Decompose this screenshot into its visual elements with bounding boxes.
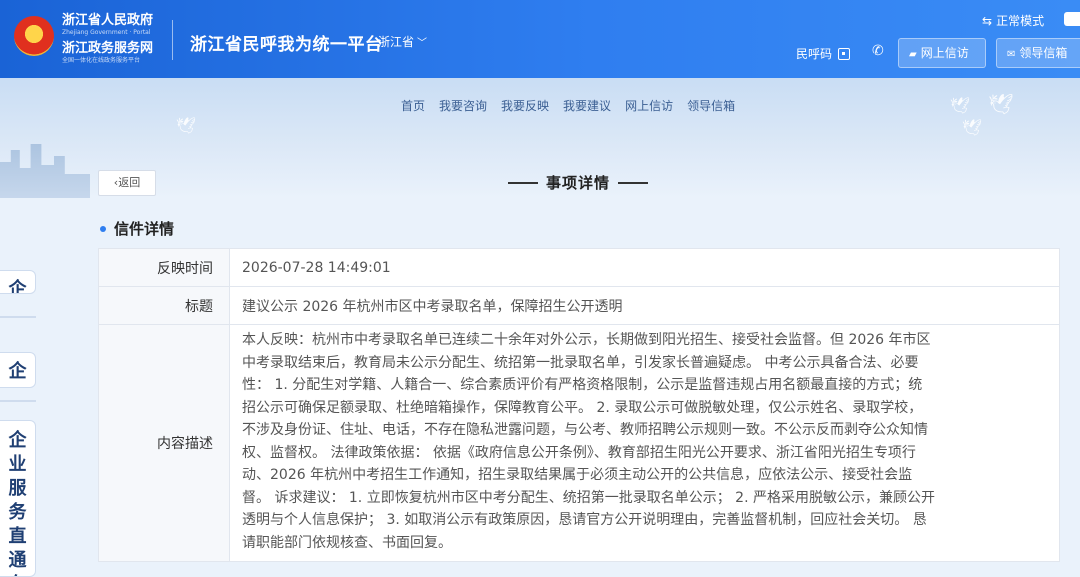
online-letter-label: 网上信访 [920, 46, 969, 60]
content-line: 性： 1. 分配生对学籍、人籍合一、综合素质评价有严格资格限制，公示是监督违规占… [242, 377, 923, 393]
side-divider [0, 316, 36, 318]
platform-title[interactable]: 浙江省民呼我为统一平台 [190, 30, 383, 55]
content-line: 不涉及身份证、住址、电话，不存在隐私泄露问题，与公考、教师招聘公示规则一致。不公… [242, 422, 928, 438]
dove-icon: 🕊 [988, 92, 1014, 116]
side-tab-enterprise-service[interactable]: 企 业 服 务 直 通 车 [0, 420, 36, 577]
bullet-icon [100, 225, 106, 232]
top-header: 浙江省人民政府 Zhejiang Government · Portal 浙江政… [0, 0, 1080, 78]
dove-icon: 🕊 [176, 116, 197, 135]
content-value: 本人反映：杭州市中考录取名单已连续二十余年对外公示，长期做到阳光招生、接受社会监… [230, 325, 1059, 561]
time-value: 2026-07-28 14:49:01 [242, 259, 391, 276]
time-label: 反映时间 [99, 249, 230, 286]
content-line: 透明与个人信息保护； 3. 如取消公示有政策原因，恳请官方公开说明理由，完善监督… [242, 512, 927, 528]
nav-item-report[interactable]: 我要反映 [501, 97, 549, 114]
mail-icon: ✉ [1007, 49, 1016, 60]
content-line: 权、监督权。 法律政策依据： 依据《政府信息公开条例》、教育部招生阳光公开要求、… [242, 444, 916, 461]
service-subtitle: 全国一体化在线政务服务平台 [62, 57, 141, 64]
region-select[interactable]: 浙江省 ﹀ [378, 33, 427, 50]
content-line: 本人反映：杭州市中考录取名单已连续二十余年对外公示，长期做到阳光招生、接受社会监… [242, 332, 931, 348]
online-letter-button[interactable]: ▰ 网上信访 [898, 38, 986, 68]
title-value: 建议公示 2026 年杭州市区中考录取名单，保障招生公开透明 [242, 298, 623, 315]
side-tab-char: 服 [8, 478, 27, 499]
side-divider [0, 400, 36, 402]
side-tab-char: 业 [8, 454, 27, 475]
heading-line-left [508, 181, 538, 184]
mode-label: 正常模式 [996, 14, 1045, 28]
content-line: 请职能部门依规核查、书面回复。 [242, 534, 452, 551]
qr-code-icon [838, 47, 851, 60]
mode-indicator [1064, 12, 1080, 26]
gov-logo[interactable]: 浙江省人民政府 Zhejiang Government · Portal 浙江政… [62, 14, 153, 64]
subsection-heading: 信件详情 [100, 218, 174, 239]
letter-detail-table: 反映时间 2026-07-28 14:49:01 标题 建议公示 2026 年杭… [98, 248, 1060, 562]
region-label: 浙江省 [378, 35, 415, 49]
side-tab-char: 务 [8, 502, 27, 523]
content-line: 招公示可确保足额录取、杜绝暗箱操作，保障教育公平。 2. 录取公示可做脱敏处理，… [242, 399, 923, 416]
content-label: 内容描述 [99, 325, 230, 561]
section-heading: 事项详情 [508, 172, 649, 193]
back-button[interactable]: ‹返回 [98, 170, 156, 196]
side-tab-char: 直 [8, 526, 27, 547]
hotline-label: 民呼码 [796, 47, 833, 61]
nav-item-suggest[interactable]: 我要建议 [563, 97, 611, 114]
service-name: 浙江政务服务网 [62, 41, 154, 56]
side-tab-enterprise-1[interactable]: 企 [0, 270, 36, 294]
table-row: 反映时间 2026-07-28 14:49:01 [99, 249, 1059, 287]
heading-line-right [618, 181, 649, 184]
nav-item-consult[interactable]: 我要咨询 [439, 97, 487, 114]
gov-name: 浙江省人民政府 [62, 13, 154, 28]
nav-item-online-letter[interactable]: 网上信访 [625, 97, 673, 114]
section-title: 事项详情 [546, 174, 611, 192]
hotline-code[interactable]: 民呼码 [796, 45, 851, 62]
side-tab-label: 企 [8, 361, 27, 382]
content-line: 中考录取结束后，教育局未公示分配生、统招第一批录取名单，引发家长普遍疑虑。 中考… [242, 354, 919, 371]
leader-mailbox-button[interactable]: ✉ 领导信箱 [996, 38, 1080, 68]
side-tab-char: 通 [8, 550, 27, 571]
dove-icon: 🕊 [950, 96, 971, 115]
content-text: 本人反映：杭州市中考录取名单已连续二十余年对外公示，长期做到阳光招生、接受社会监… [242, 329, 935, 554]
content-line: 督。 诉求建议： 1. 立即恢复杭州市区中考分配生、统招第一批录取名单公示； 2… [242, 489, 935, 506]
main-nav: 首页 我要咨询 我要反映 我要建议 网上信访 领导信箱 [401, 97, 735, 114]
side-tab-enterprise-2[interactable]: 企 [0, 352, 36, 388]
header-divider [172, 20, 173, 60]
national-emblem-icon [14, 16, 54, 56]
mode-toggle[interactable]: ⇆ 正常模式 [982, 12, 1044, 29]
leader-mailbox-label: 领导信箱 [1019, 46, 1068, 60]
gov-subtitle: Zhejiang Government · Portal [62, 29, 151, 36]
subsection-title: 信件详情 [114, 220, 175, 238]
city-skyline-image [0, 144, 90, 198]
side-tab-char: 企 [8, 430, 27, 451]
nav-item-leader-mailbox[interactable]: 领导信箱 [687, 97, 735, 114]
table-row: 标题 建议公示 2026 年杭州市区中考录取名单，保障招生公开透明 [99, 287, 1059, 325]
phone-icon[interactable]: ✆ [872, 43, 884, 59]
back-label: 返回 [118, 176, 141, 189]
title-label: 标题 [99, 287, 230, 324]
switch-mode-icon: ⇆ [982, 14, 993, 28]
side-tab-label: 企 [8, 279, 27, 294]
chevron-down-icon: ﹀ [417, 38, 428, 49]
side-tab-char: 车 [9, 573, 27, 576]
dove-icon: 🕊 [962, 118, 983, 137]
message-icon: ▰ [909, 49, 917, 60]
content-line: 动、2026 年杭州中考招生工作通知，招生录取结果属于必须主动公开的公共信息，应… [242, 467, 913, 483]
nav-item-home[interactable]: 首页 [401, 97, 425, 114]
table-row: 内容描述 本人反映：杭州市中考录取名单已连续二十余年对外公示，长期做到阳光招生、… [99, 325, 1059, 561]
